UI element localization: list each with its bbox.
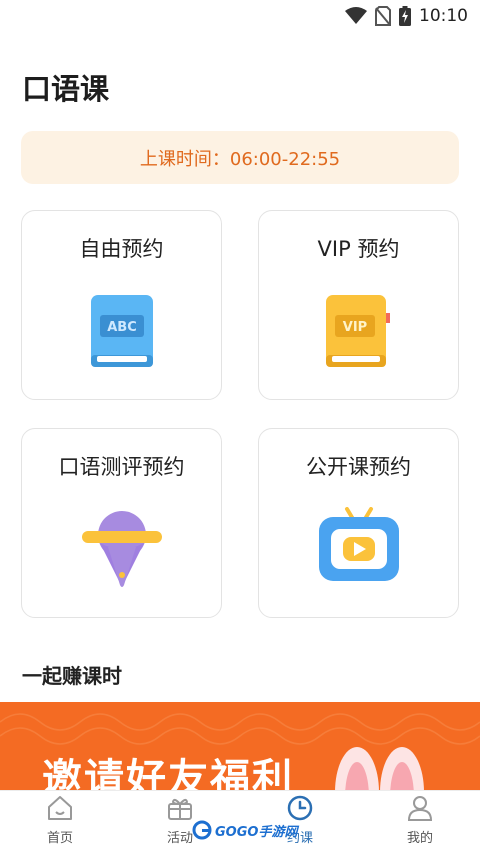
watermark-text: GOGO手游网: [215, 824, 298, 840]
no-sim-icon: [375, 6, 391, 26]
status-bar: 10:10: [0, 0, 480, 34]
card-label: 自由预约: [79, 237, 164, 261]
vip-booking-card[interactable]: VIP 预约 VIP: [258, 210, 459, 400]
gift-icon: [168, 798, 192, 820]
section-title: 一起赚课时: [22, 664, 122, 688]
page-title: 口语课: [22, 72, 110, 106]
status-icons: 10:10: [345, 6, 468, 26]
tab-home[interactable]: 首页: [20, 795, 100, 846]
card-label: VIP 预约: [317, 237, 400, 261]
status-time: 10:10: [419, 6, 468, 26]
home-icon: [48, 796, 72, 820]
tab-mine[interactable]: 我的: [380, 795, 460, 846]
svg-text:VIP: VIP: [342, 320, 366, 335]
wifi-icon: [345, 7, 367, 24]
watermark-logo-icon: [192, 820, 212, 840]
abc-book-icon: ABC: [90, 295, 153, 367]
tv-play-icon: [318, 507, 399, 581]
person-icon: [407, 796, 433, 821]
lollipop-microphone-icon: [81, 511, 162, 587]
oral-assessment-booking-card[interactable]: 口语测评预约: [21, 428, 222, 618]
open-class-booking-card[interactable]: 公开课预约: [258, 428, 459, 618]
svg-text:ABC: ABC: [107, 320, 137, 335]
class-time-text: 上课时间：06:00-22:55: [139, 148, 341, 170]
tab-label: 我的: [406, 831, 433, 846]
invite-friends-banner[interactable]: 邀请好友福利: [0, 702, 480, 802]
free-booking-card[interactable]: 自由预约 ABC: [21, 210, 222, 400]
card-label: 口语测评预约: [58, 455, 185, 479]
card-label: 公开课预约: [306, 455, 411, 479]
vip-book-icon: VIP: [325, 295, 390, 367]
watermark: GOGO手游网: [192, 820, 297, 840]
tab-label: 首页: [46, 831, 73, 846]
class-time-banner: 上课时间：06:00-22:55: [21, 131, 459, 184]
clock-icon: [287, 795, 313, 821]
battery-charging-icon: [399, 6, 411, 26]
